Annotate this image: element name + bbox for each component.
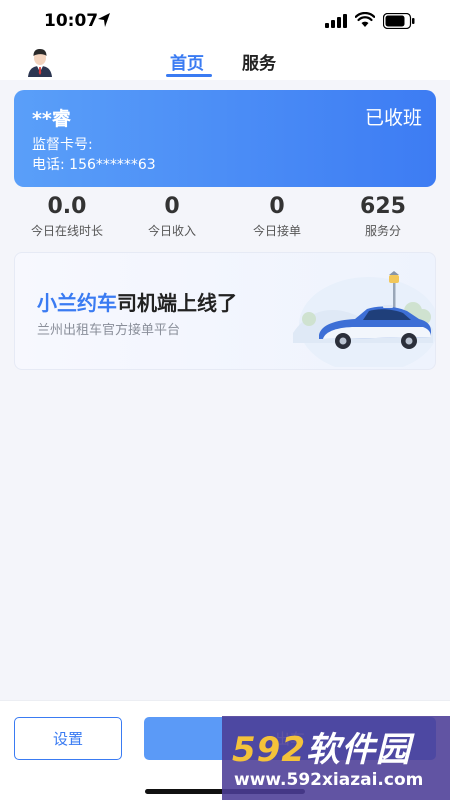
work-status-label: 已收班: [364, 107, 422, 129]
banner-title-rest: 司机端上线了: [117, 291, 237, 315]
promo-banner[interactable]: 小兰约车司机端上线了 兰州出租车官方接单平台: [14, 252, 436, 370]
status-bar: 10:07: [0, 0, 450, 44]
driver-name: **睿: [32, 108, 71, 130]
stat-orders: 0 今日接单: [224, 192, 330, 240]
taxi-illustration: [293, 271, 435, 367]
banner-subtitle: 兰州出租车官方接单平台: [37, 323, 181, 338]
banner-brand: 小兰约车: [37, 291, 117, 315]
stat-value: 0: [269, 194, 285, 219]
wifi-icon: [355, 12, 375, 27]
stat-label: 今日在线时长: [30, 224, 103, 238]
watermark-number: 592: [232, 730, 306, 770]
driver-phone: 电话: 156******63: [32, 157, 156, 173]
stat-value: 0: [164, 194, 180, 219]
today-stats: 0.0 今日在线时长 0 今日收入 0 今日接单 625 服务分: [14, 192, 436, 246]
watermark: 592软件园 www.592xiazai.com: [222, 716, 450, 800]
stat-value: 625: [360, 194, 406, 219]
status-time: 10:07: [44, 11, 99, 31]
active-tab-indicator: [166, 74, 212, 77]
stat-value: 0.0: [47, 194, 87, 219]
stat-online-hours: 0.0 今日在线时长: [14, 192, 120, 240]
stat-label: 服务分: [364, 224, 401, 238]
stat-label: 今日接单: [252, 224, 301, 238]
battery-icon: [383, 13, 415, 29]
banner-title: 小兰约车司机端上线了: [37, 287, 237, 316]
watermark-text: 软件园: [305, 730, 411, 770]
driver-info-card: **睿 已收班 监督卡号: 电话: 156******63: [14, 90, 436, 187]
stat-income: 0 今日收入: [119, 192, 225, 240]
supervision-card-number: 监督卡号:: [32, 137, 93, 153]
location-arrow-icon: [98, 13, 110, 27]
tab-service[interactable]: 服务: [242, 49, 276, 74]
avatar[interactable]: [24, 45, 56, 77]
top-nav: 首页 服务: [0, 44, 450, 80]
settings-button[interactable]: 设置: [14, 717, 122, 760]
stat-label: 今日收入: [147, 224, 196, 238]
cellular-signal-icon: [325, 14, 347, 28]
watermark-url: www.592xiazai.com: [234, 770, 424, 790]
stat-service-score: 625 服务分: [330, 192, 436, 240]
tab-home[interactable]: 首页: [170, 49, 204, 74]
watermark-logo: 592软件园: [232, 722, 411, 771]
